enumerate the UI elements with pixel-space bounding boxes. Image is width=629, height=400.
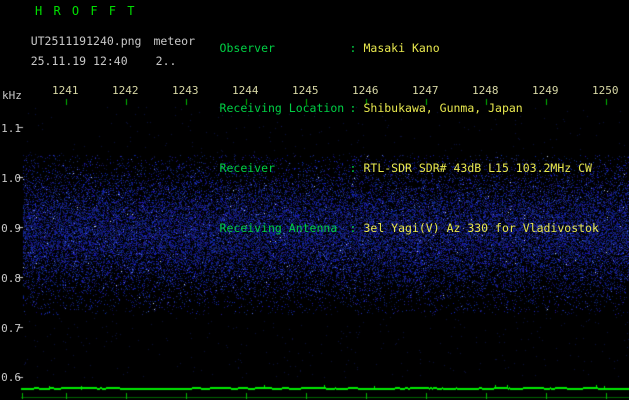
info-separator: : (350, 161, 357, 175)
info-value: RTL-SDR SDR# 43dB L15 103.2MHz CW (363, 161, 591, 175)
info-row-receiver: Receiver: RTL-SDR SDR# 43dB L15 103.2MHz … (178, 150, 599, 186)
date-row: 25.11.19 12:40 2.. (3, 40, 176, 82)
app-title: H R O F F T (35, 4, 136, 18)
info-separator: : (350, 41, 357, 55)
observation-info: Observer: Masaki Kano Receiving Location:… (178, 6, 599, 270)
time-tick-label: 1241 (52, 84, 79, 97)
time-tick-label: 1245 (292, 84, 319, 97)
time-tick-label: 1248 (472, 84, 499, 97)
info-separator: : (350, 221, 357, 235)
info-label: Receiving Antenna (220, 222, 350, 234)
info-row-antenna: Receiving Antenna:3el Yagi(V) Az 330 for… (178, 210, 599, 246)
time-tick-label: 1243 (172, 84, 199, 97)
echo-counter: 2.. (156, 54, 177, 68)
info-label: Receiving Location (220, 102, 350, 114)
time-tick-label: 1246 (352, 84, 379, 97)
info-row-observer: Observer: Masaki Kano (178, 30, 599, 66)
info-label: Receiver (220, 162, 350, 174)
hrofft-screen: H R O F F T UT2511191240.png meteor 25.11… (0, 0, 629, 400)
freq-tick-label: 0.7 (1, 322, 21, 335)
time-tick-label: 1250 (592, 84, 619, 97)
info-value: Masaki Kano (363, 41, 439, 55)
time-tick-label: 1244 (232, 84, 259, 97)
info-label: Observer (220, 42, 350, 54)
freq-tick-label: 0.8 (1, 272, 21, 285)
freq-tick-label: 1.0 (1, 172, 21, 185)
time-tick-label: 1249 (532, 84, 559, 97)
info-separator: : (350, 101, 357, 115)
freq-tick-label: 1.1 (1, 122, 21, 135)
freq-tick-label: 0.9 (1, 222, 21, 235)
time-tick-label: 1242 (112, 84, 139, 97)
freq-axis-unit: kHz (2, 89, 22, 102)
frame-datetime: 25.11.19 12:40 (31, 54, 128, 68)
freq-tick-label: 0.6 (1, 371, 21, 384)
info-value: 3el Yagi(V) Az 330 for Vladivostok (363, 221, 598, 235)
info-value: Shibukawa, Gunma, Japan (363, 101, 522, 115)
time-tick-label: 1247 (412, 84, 439, 97)
